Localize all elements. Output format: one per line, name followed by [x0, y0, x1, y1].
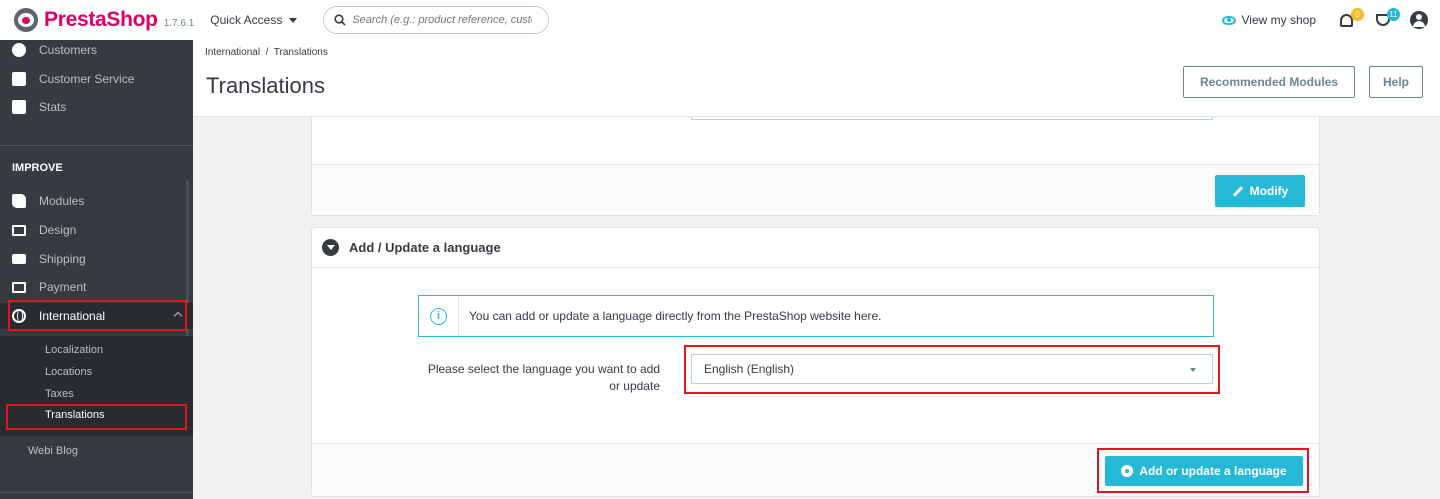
search-input[interactable]: [352, 14, 533, 26]
add-or-update-language-button[interactable]: Add or update a language: [1105, 456, 1303, 486]
eye-icon: [1221, 15, 1236, 25]
recommended-modules-button[interactable]: Recommended Modules: [1183, 66, 1355, 98]
user-account-icon[interactable]: [1410, 11, 1428, 29]
alert-text: You can add or update a language directl…: [469, 309, 882, 323]
sidebar: Customers Customer Service Stats IMPROVE…: [0, 40, 193, 499]
pencil-icon: [1232, 185, 1243, 197]
sidebar-divider: [0, 145, 193, 146]
language-select-label: Please select the language you want to a…: [427, 362, 660, 393]
language-select[interactable]: English (English): [691, 354, 1213, 384]
panel-title: Add / Update a language: [349, 240, 501, 255]
panel-footer: Add or update a language: [312, 443, 1319, 496]
breadcrumb[interactable]: International / Translations: [205, 47, 328, 58]
sidebar-item-payment[interactable]: Payment: [0, 274, 193, 300]
submenu-item-taxes[interactable]: Taxes: [45, 388, 74, 400]
monitor-icon: [12, 224, 26, 236]
globe-icon: [12, 309, 26, 323]
messages-notification[interactable]: 11: [1374, 8, 1400, 30]
section-title-improve: IMPROVE: [12, 162, 63, 174]
version-label: 1.7.6.1: [163, 17, 195, 29]
messages-badge: 11: [1387, 8, 1400, 21]
quick-access-label: Quick Access: [210, 13, 283, 27]
page-header: International / Translations Translation…: [193, 40, 1440, 117]
logo-icon: [14, 8, 38, 32]
view-my-shop-link[interactable]: View my shop: [1221, 13, 1316, 27]
sidebar-item-label: Design: [39, 223, 77, 237]
sidebar-item-design[interactable]: Design: [0, 217, 193, 243]
selected-language: English (English): [704, 362, 795, 376]
info-alert: i You can add or update a language direc…: [418, 295, 1214, 337]
brand-name: PrestaShop: [44, 8, 158, 31]
sidebar-item-label: International: [39, 309, 106, 323]
user-icon: [12, 43, 26, 57]
sidebar-item-webi-blog[interactable]: Webi Blog: [28, 445, 78, 457]
sidebar-item-label: Stats: [39, 100, 67, 114]
prestashop-logo[interactable]: PrestaShop 1.7.6.1: [14, 8, 194, 32]
caret-down-icon: [289, 17, 298, 23]
sidebar-item-customer-service[interactable]: Customer Service: [0, 66, 193, 92]
modify-label: Modify: [1249, 184, 1289, 198]
chevron-down-circle-icon: [322, 239, 339, 256]
modify-button[interactable]: Modify: [1215, 175, 1305, 207]
help-button[interactable]: Help: [1369, 66, 1423, 98]
sidebar-item-label: Customers: [39, 43, 98, 57]
gear-icon: [1121, 465, 1134, 477]
sidebar-item-shipping[interactable]: Shipping: [0, 246, 193, 272]
panel-heading[interactable]: Add / Update a language: [312, 228, 1319, 268]
page-title: Translations: [206, 73, 326, 98]
sidebar-item-label: Customer Service: [39, 72, 135, 86]
card-icon: [12, 281, 26, 293]
sidebar-divider: [0, 492, 193, 493]
chat-icon: [12, 72, 26, 86]
search-box[interactable]: [323, 6, 550, 34]
chevron-up-icon: [173, 311, 183, 321]
panel-footer: Modify: [312, 164, 1319, 215]
orders-notification[interactable]: 0: [1338, 8, 1364, 30]
top-header: PrestaShop 1.7.6.1 Quick Access View my …: [0, 0, 1440, 40]
submenu-item-locations[interactable]: Locations: [45, 366, 92, 378]
sidebar-item-customers[interactable]: Customers: [0, 40, 193, 63]
view-shop-label: View my shop: [1241, 13, 1316, 27]
sidebar-item-modules[interactable]: Modules: [0, 188, 193, 214]
sidebar-item-international[interactable]: International: [0, 303, 193, 329]
search-icon: [334, 14, 346, 26]
submenu-item-translations[interactable]: Translations: [45, 409, 105, 421]
stats-icon: [12, 100, 26, 114]
submenu-item-localization[interactable]: Localization: [45, 344, 103, 356]
add-update-language-panel: Add / Update a language i You can add or…: [311, 227, 1320, 497]
caret-down-icon: [1190, 368, 1196, 372]
puzzle-icon: [12, 194, 26, 208]
info-icon: i: [430, 307, 447, 325]
sidebar-item-label: Payment: [39, 280, 87, 294]
quick-access-dropdown[interactable]: Quick Access: [210, 13, 298, 27]
add-update-label: Add or update a language: [1139, 464, 1287, 478]
translations-modify-panel: Modify: [311, 100, 1320, 216]
orders-badge: 0: [1351, 8, 1364, 21]
sidebar-item-label: Shipping: [39, 252, 86, 266]
sidebar-item-label: Modules: [39, 194, 85, 208]
truck-icon: [12, 254, 26, 264]
sidebar-item-stats[interactable]: Stats: [0, 94, 193, 120]
